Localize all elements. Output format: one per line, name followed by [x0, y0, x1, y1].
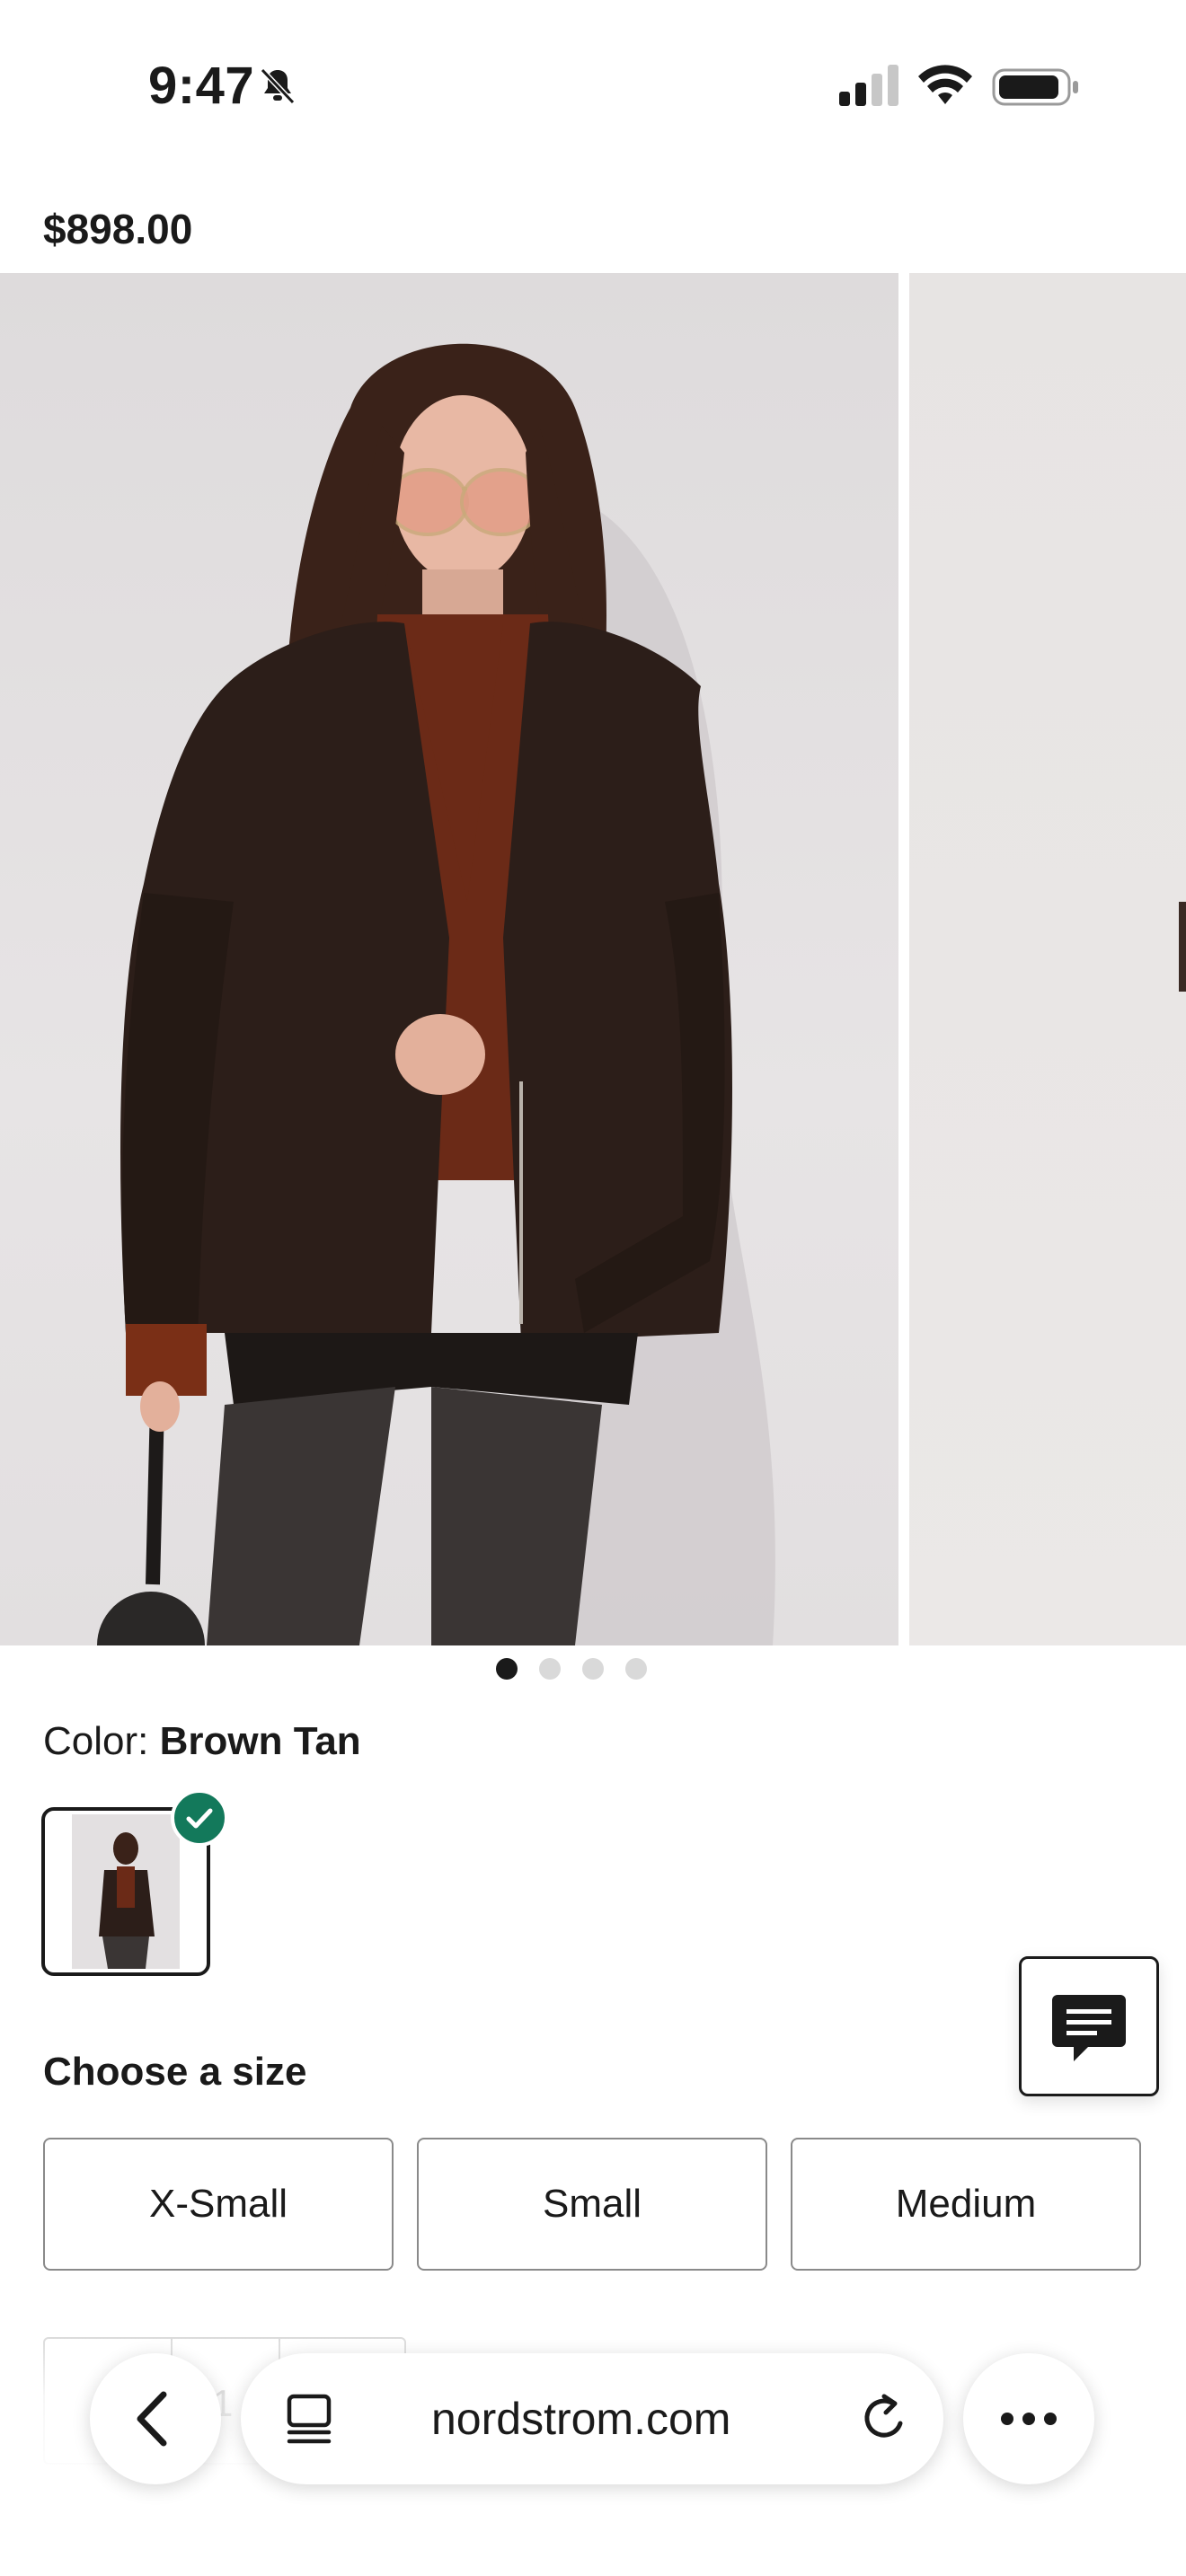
size-option-x-small[interactable]: X-Small: [43, 2138, 394, 2271]
color-value: Brown Tan: [159, 1719, 361, 1763]
reload-icon[interactable]: [857, 2389, 913, 2447]
back-button[interactable]: [90, 2353, 221, 2484]
product-image-main[interactable]: [0, 273, 898, 1645]
gallery-pagination[interactable]: [496, 1658, 649, 1681]
selected-check-icon: [171, 1789, 228, 1847]
more-button[interactable]: [963, 2353, 1094, 2484]
back-chevron-icon: [137, 2391, 167, 2447]
size-section-title: Choose a size: [43, 2050, 307, 2094]
bell-slash-icon: [257, 65, 298, 106]
color-label: Color:: [43, 1719, 149, 1763]
more-icon: [1001, 2413, 1057, 2425]
pagination-dot-3[interactable]: [582, 1658, 604, 1680]
product-price: $898.00: [43, 206, 193, 252]
chat-button[interactable]: [1019, 1956, 1159, 2096]
wifi-icon: [918, 65, 972, 108]
pagination-dot-1[interactable]: [496, 1658, 518, 1680]
signal-icon: [839, 65, 902, 108]
pagination-dot-4[interactable]: [625, 1658, 647, 1680]
status-time: 9:47: [148, 57, 255, 115]
battery-icon: [992, 66, 1080, 108]
address-bar-url[interactable]: nordstrom.com: [431, 2393, 730, 2445]
size-option-medium[interactable]: Medium: [791, 2138, 1141, 2271]
size-option-small[interactable]: Small: [417, 2138, 767, 2271]
pagination-dot-2[interactable]: [539, 1658, 561, 1680]
product-image-next[interactable]: [909, 273, 1186, 1645]
tabs-icon[interactable]: [284, 2393, 334, 2447]
product-image-gallery[interactable]: [0, 273, 1186, 1645]
chat-icon: [1052, 1995, 1126, 2061]
color-selection-label: Color: Brown Tan: [43, 1719, 361, 1764]
